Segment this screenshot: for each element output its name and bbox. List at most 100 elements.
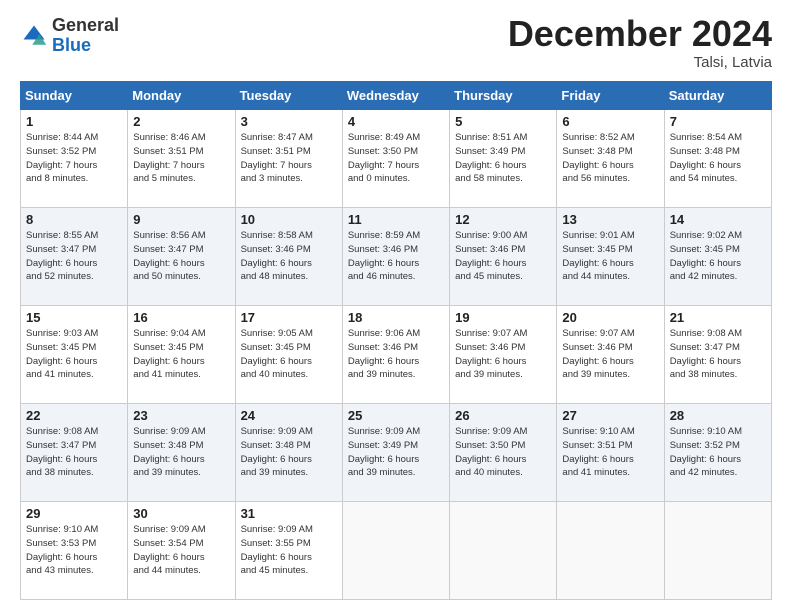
- calendar-cell: 1 Sunrise: 8:44 AMSunset: 3:52 PMDaylight…: [21, 110, 128, 208]
- days-of-week-row: SundayMondayTuesdayWednesdayThursdayFrid…: [21, 82, 772, 110]
- day-number: 19: [455, 310, 551, 325]
- calendar-cell: 22Sunrise: 9:08 AMSunset: 3:47 PMDayligh…: [21, 404, 128, 502]
- calendar-cell: [557, 502, 664, 600]
- cell-content: Sunrise: 9:05 AMSunset: 3:45 PMDaylight:…: [241, 327, 337, 382]
- day-number: 7: [670, 114, 766, 129]
- calendar-cell: 4 Sunrise: 8:49 AMSunset: 3:50 PMDaylight…: [342, 110, 449, 208]
- cell-content: Sunrise: 8:49 AMSunset: 3:50 PMDaylight:…: [348, 131, 444, 186]
- day-number: 2: [133, 114, 229, 129]
- day-number: 21: [670, 310, 766, 325]
- calendar-cell: 12Sunrise: 9:00 AMSunset: 3:46 PMDayligh…: [450, 208, 557, 306]
- calendar-table: SundayMondayTuesdayWednesdayThursdayFrid…: [20, 81, 772, 600]
- day-header-wednesday: Wednesday: [342, 82, 449, 110]
- cell-content: Sunrise: 9:04 AMSunset: 3:45 PMDaylight:…: [133, 327, 229, 382]
- day-header-thursday: Thursday: [450, 82, 557, 110]
- day-header-sunday: Sunday: [21, 82, 128, 110]
- cell-content: Sunrise: 8:47 AMSunset: 3:51 PMDaylight:…: [241, 131, 337, 186]
- calendar-cell: [664, 502, 771, 600]
- cell-content: Sunrise: 9:07 AMSunset: 3:46 PMDaylight:…: [562, 327, 658, 382]
- day-number: 28: [670, 408, 766, 423]
- calendar-cell: 23 Sunrise: 9:09 AMSunset: 3:48 PMDayligh…: [128, 404, 235, 502]
- calendar-cell: 6 Sunrise: 8:52 AMSunset: 3:48 PMDaylight…: [557, 110, 664, 208]
- day-number: 22: [26, 408, 122, 423]
- calendar-cell: 25Sunrise: 9:09 AMSunset: 3:49 PMDayligh…: [342, 404, 449, 502]
- day-number: 9: [133, 212, 229, 227]
- day-number: 8: [26, 212, 122, 227]
- week-row-3: 15 Sunrise: 9:03 AMSunset: 3:45 PMDayligh…: [21, 306, 772, 404]
- calendar-cell: 24 Sunrise: 9:09 AMSunset: 3:48 PMDayligh…: [235, 404, 342, 502]
- calendar-cell: 16 Sunrise: 9:04 AMSunset: 3:45 PMDayligh…: [128, 306, 235, 404]
- week-row-1: 1 Sunrise: 8:44 AMSunset: 3:52 PMDaylight…: [21, 110, 772, 208]
- header-right: December 2024 Talsi, Latvia: [508, 16, 772, 71]
- calendar-cell: 28 Sunrise: 9:10 AMSunset: 3:52 PMDayligh…: [664, 404, 771, 502]
- calendar-cell: 3Sunrise: 8:47 AMSunset: 3:51 PMDaylight…: [235, 110, 342, 208]
- day-number: 23: [133, 408, 229, 423]
- calendar-cell: 9 Sunrise: 8:56 AMSunset: 3:47 PMDaylight…: [128, 208, 235, 306]
- cell-content: Sunrise: 9:09 AMSunset: 3:54 PMDaylight:…: [133, 523, 229, 578]
- page-header: General Blue December 2024 Talsi, Latvia: [20, 16, 772, 71]
- day-header-tuesday: Tuesday: [235, 82, 342, 110]
- day-number: 16: [133, 310, 229, 325]
- calendar-cell: 20Sunrise: 9:07 AMSunset: 3:46 PMDayligh…: [557, 306, 664, 404]
- calendar-cell: 2 Sunrise: 8:46 AMSunset: 3:51 PMDaylight…: [128, 110, 235, 208]
- logo: General Blue: [20, 16, 119, 56]
- calendar-cell: 30 Sunrise: 9:09 AMSunset: 3:54 PMDayligh…: [128, 502, 235, 600]
- cell-content: Sunrise: 9:03 AMSunset: 3:45 PMDaylight:…: [26, 327, 122, 382]
- cell-content: Sunrise: 9:10 AMSunset: 3:53 PMDaylight:…: [26, 523, 122, 578]
- week-row-4: 22Sunrise: 9:08 AMSunset: 3:47 PMDayligh…: [21, 404, 772, 502]
- day-number: 30: [133, 506, 229, 521]
- day-number: 18: [348, 310, 444, 325]
- cell-content: Sunrise: 8:52 AMSunset: 3:48 PMDaylight:…: [562, 131, 658, 186]
- cell-content: Sunrise: 8:54 AMSunset: 3:48 PMDaylight:…: [670, 131, 766, 186]
- cell-content: Sunrise: 9:06 AMSunset: 3:46 PMDaylight:…: [348, 327, 444, 382]
- logo-icon: [20, 22, 48, 50]
- calendar-cell: 8Sunrise: 8:55 AMSunset: 3:47 PMDaylight…: [21, 208, 128, 306]
- logo-blue-text: Blue: [52, 35, 91, 55]
- cell-content: Sunrise: 9:09 AMSunset: 3:48 PMDaylight:…: [241, 425, 337, 480]
- calendar-cell: 14 Sunrise: 9:02 AMSunset: 3:45 PMDayligh…: [664, 208, 771, 306]
- cell-content: Sunrise: 8:44 AMSunset: 3:52 PMDaylight:…: [26, 131, 122, 186]
- cell-content: Sunrise: 8:58 AMSunset: 3:46 PMDaylight:…: [241, 229, 337, 284]
- calendar-cell: 18 Sunrise: 9:06 AMSunset: 3:46 PMDayligh…: [342, 306, 449, 404]
- cell-content: Sunrise: 8:56 AMSunset: 3:47 PMDaylight:…: [133, 229, 229, 284]
- location: Talsi, Latvia: [508, 54, 772, 71]
- calendar-cell: 27Sunrise: 9:10 AMSunset: 3:51 PMDayligh…: [557, 404, 664, 502]
- calendar-header: SundayMondayTuesdayWednesdayThursdayFrid…: [21, 82, 772, 110]
- day-number: 11: [348, 212, 444, 227]
- cell-content: Sunrise: 9:09 AMSunset: 3:49 PMDaylight:…: [348, 425, 444, 480]
- calendar-cell: 13 Sunrise: 9:01 AMSunset: 3:45 PMDayligh…: [557, 208, 664, 306]
- day-number: 6: [562, 114, 658, 129]
- day-number: 14: [670, 212, 766, 227]
- calendar-cell: [450, 502, 557, 600]
- calendar-cell: 7 Sunrise: 8:54 AMSunset: 3:48 PMDaylight…: [664, 110, 771, 208]
- day-number: 24: [241, 408, 337, 423]
- day-number: 13: [562, 212, 658, 227]
- calendar-cell: 29 Sunrise: 9:10 AMSunset: 3:53 PMDayligh…: [21, 502, 128, 600]
- day-number: 29: [26, 506, 122, 521]
- cell-content: Sunrise: 9:00 AMSunset: 3:46 PMDaylight:…: [455, 229, 551, 284]
- cell-content: Sunrise: 9:01 AMSunset: 3:45 PMDaylight:…: [562, 229, 658, 284]
- day-header-monday: Monday: [128, 82, 235, 110]
- cell-content: Sunrise: 9:02 AMSunset: 3:45 PMDaylight:…: [670, 229, 766, 284]
- cell-content: Sunrise: 9:09 AMSunset: 3:48 PMDaylight:…: [133, 425, 229, 480]
- calendar-cell: 26Sunrise: 9:09 AMSunset: 3:50 PMDayligh…: [450, 404, 557, 502]
- calendar-cell: 10 Sunrise: 8:58 AMSunset: 3:46 PMDayligh…: [235, 208, 342, 306]
- day-number: 15: [26, 310, 122, 325]
- day-number: 4: [348, 114, 444, 129]
- day-number: 26: [455, 408, 551, 423]
- calendar-cell: [342, 502, 449, 600]
- calendar-cell: 21 Sunrise: 9:08 AMSunset: 3:47 PMDayligh…: [664, 306, 771, 404]
- calendar-cell: 19Sunrise: 9:07 AMSunset: 3:46 PMDayligh…: [450, 306, 557, 404]
- cell-content: Sunrise: 9:10 AMSunset: 3:51 PMDaylight:…: [562, 425, 658, 480]
- day-number: 5: [455, 114, 551, 129]
- day-number: 1: [26, 114, 122, 129]
- calendar-page: General Blue December 2024 Talsi, Latvia…: [0, 0, 792, 612]
- cell-content: Sunrise: 8:46 AMSunset: 3:51 PMDaylight:…: [133, 131, 229, 186]
- calendar-body: 1 Sunrise: 8:44 AMSunset: 3:52 PMDaylight…: [21, 110, 772, 600]
- day-number: 10: [241, 212, 337, 227]
- month-title: December 2024: [508, 16, 772, 52]
- cell-content: Sunrise: 9:08 AMSunset: 3:47 PMDaylight:…: [670, 327, 766, 382]
- logo-general-text: General: [52, 15, 119, 35]
- calendar-cell: 17Sunrise: 9:05 AMSunset: 3:45 PMDayligh…: [235, 306, 342, 404]
- cell-content: Sunrise: 9:10 AMSunset: 3:52 PMDaylight:…: [670, 425, 766, 480]
